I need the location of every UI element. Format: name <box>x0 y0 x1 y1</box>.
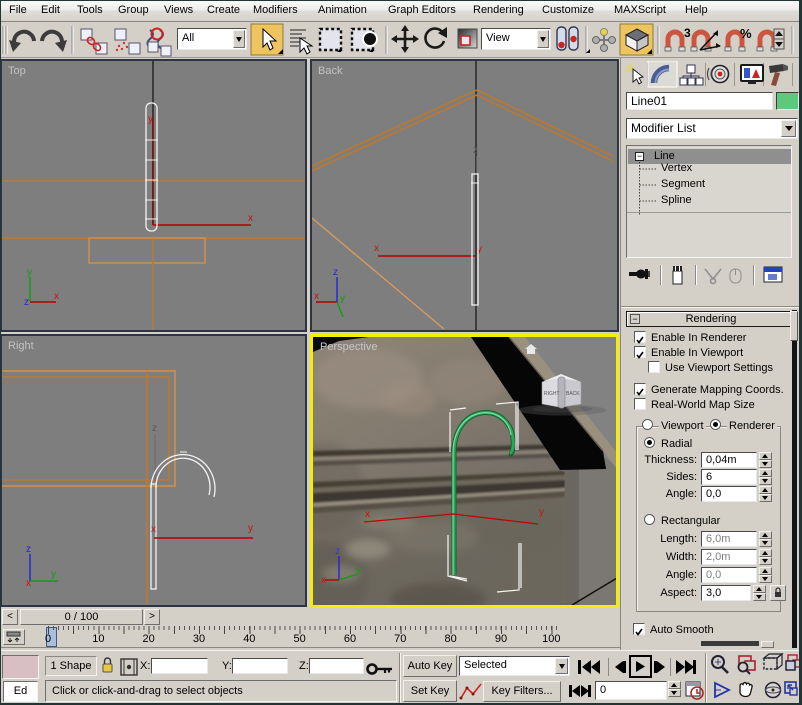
svg-text:z: z <box>333 267 338 278</box>
svg-text:x: x <box>365 509 370 520</box>
svg-text:3: 3 <box>684 26 691 40</box>
svg-text:BACK: BACK <box>566 391 580 397</box>
svg-text:x: x <box>54 291 59 302</box>
svg-text:Back: Back <box>318 65 343 77</box>
svg-text:z: z <box>473 145 478 156</box>
svg-text:z: z <box>335 546 340 557</box>
svg-text:x: x <box>321 575 326 586</box>
svg-text:z: z <box>26 544 31 555</box>
svg-text:y: y <box>51 569 56 580</box>
svg-text:y: y <box>539 507 544 518</box>
svg-text:Perspective: Perspective <box>320 341 377 353</box>
svg-text:y: y <box>148 114 153 125</box>
svg-text:x: x <box>374 243 379 254</box>
svg-text:Top: Top <box>8 65 26 77</box>
svg-text:x: x <box>248 213 253 224</box>
svg-text:RIGHT: RIGHT <box>544 391 560 397</box>
svg-text:z: z <box>152 423 157 434</box>
svg-text:y: y <box>356 565 361 576</box>
svg-text:x: x <box>314 291 319 302</box>
svg-text:y: y <box>340 293 345 304</box>
svg-text:z: z <box>24 297 29 308</box>
svg-text:Right: Right <box>8 340 34 352</box>
svg-text:y: y <box>248 523 253 534</box>
svg-text:%: % <box>740 26 752 41</box>
svg-text:y: y <box>27 267 32 278</box>
svg-text:x: x <box>151 524 156 535</box>
svg-text:x: x <box>26 578 31 589</box>
